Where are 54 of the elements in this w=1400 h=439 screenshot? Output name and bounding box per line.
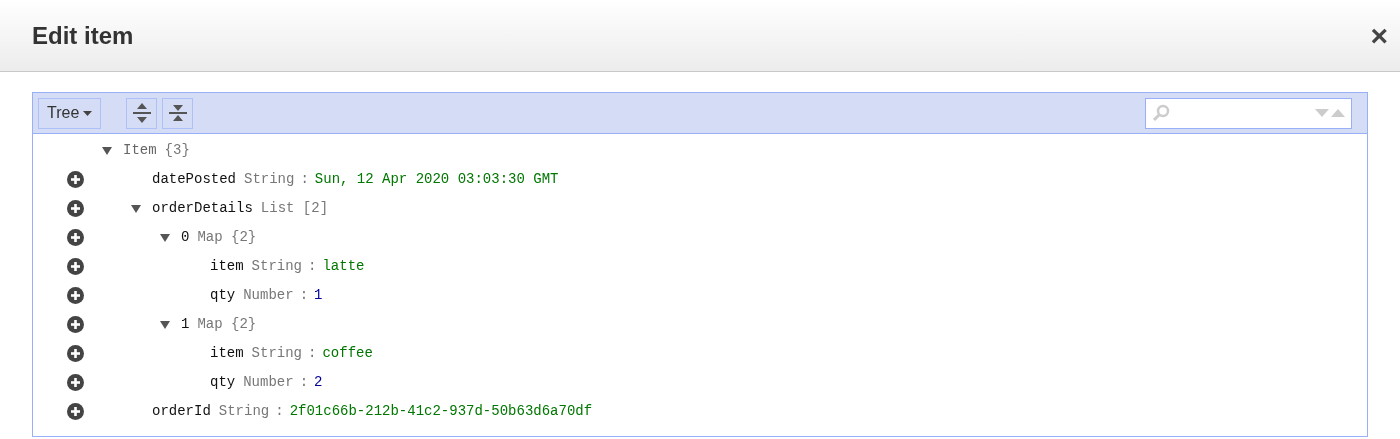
field-key: datePosted <box>152 169 236 190</box>
close-button[interactable]: × <box>1370 20 1388 51</box>
field-key: 1 <box>181 314 190 335</box>
field-value[interactable]: Sun, 12 Apr 2020 03:03:30 GMT <box>314 169 559 190</box>
field-type: Number <box>243 373 294 392</box>
field-key: item <box>210 256 244 277</box>
expand-all-icon <box>131 102 152 124</box>
field-type: String <box>251 257 303 276</box>
colon: : <box>299 286 309 305</box>
colon: : <box>300 170 309 189</box>
expanded-arrow-icon[interactable] <box>131 204 141 213</box>
expanded-arrow-icon[interactable] <box>102 146 112 155</box>
window-title: Edit item <box>32 20 134 51</box>
field-type: String <box>218 402 270 421</box>
expanded-arrow-icon[interactable] <box>160 320 170 329</box>
field-key: qty <box>210 285 236 306</box>
add-icon[interactable] <box>67 374 84 391</box>
expand-all-button[interactable] <box>126 97 158 129</box>
colon: : <box>308 257 317 276</box>
colon: : <box>275 402 284 421</box>
field-type: Map {2} <box>197 315 257 334</box>
add-icon[interactable] <box>67 345 84 362</box>
expanded-arrow-icon[interactable] <box>160 233 170 242</box>
collapse-all-button[interactable] <box>162 97 194 129</box>
field-key: 0 <box>181 227 190 248</box>
caret-icon <box>83 110 93 116</box>
colon: : <box>308 344 317 363</box>
field-value[interactable]: 1 <box>314 285 323 306</box>
add-icon[interactable] <box>67 287 84 304</box>
field-type: Map {2} <box>197 228 257 247</box>
add-icon[interactable] <box>67 200 84 217</box>
field-type: List [2] <box>260 199 329 218</box>
field-value[interactable]: coffee <box>322 343 373 364</box>
search-icon <box>1152 104 1170 122</box>
field-type: String <box>244 170 295 189</box>
field-value[interactable]: 2f01c66b-212b-41c2-937d-50b63d6a70df <box>289 401 593 422</box>
field-key: orderDetails <box>152 198 253 219</box>
field-key: Item <box>123 140 157 161</box>
field-value[interactable]: 2 <box>314 372 323 393</box>
add-icon[interactable] <box>67 316 84 333</box>
add-icon[interactable] <box>67 258 84 275</box>
field-key: orderId <box>152 401 211 422</box>
mode-dropdown[interactable]: Tree <box>38 97 102 129</box>
field-key: qty <box>210 372 236 393</box>
field-type: {3} <box>164 141 190 160</box>
collapse-all-icon <box>167 102 188 124</box>
colon: : <box>299 373 309 392</box>
add-icon[interactable] <box>67 229 84 246</box>
add-icon[interactable] <box>67 171 84 188</box>
field-type: Number <box>243 286 294 305</box>
field-value[interactable]: latte <box>322 256 365 277</box>
add-icon[interactable] <box>67 403 84 420</box>
field-type: String <box>251 344 303 363</box>
field-key: item <box>210 343 244 364</box>
